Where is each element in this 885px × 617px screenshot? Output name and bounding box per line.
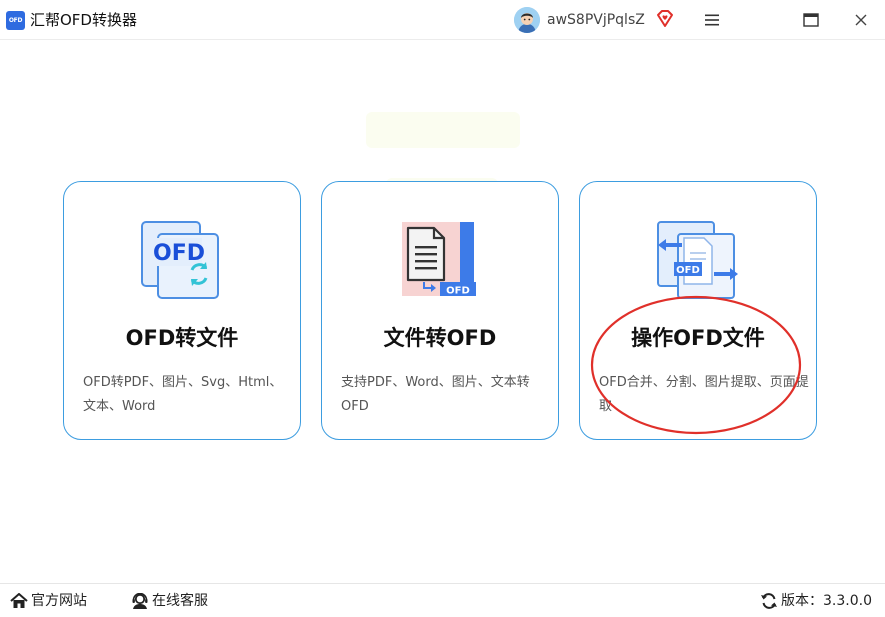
online-service-label: 在线客服 (152, 593, 208, 609)
version-info[interactable]: 版本：3.3.0.0 (760, 592, 872, 610)
card-description: OFD转PDF、图片、Svg、Html、文本、Word (83, 375, 283, 414)
title-bar: OFD 汇帮OFD转换器 awS8PVjPqlsZ (0, 0, 885, 40)
card-title: 文件转OFD (383, 326, 497, 350)
card-title: OFD转文件 (125, 326, 239, 350)
home-icon (10, 593, 28, 608)
avatar-icon (514, 7, 540, 33)
faint-banner (366, 112, 520, 148)
card-operate-ofd[interactable]: OFD 操作OFD文件 OFD合并、分割、图片提取、页面提取 (579, 181, 817, 440)
app-logo-icon: OFD (6, 11, 25, 30)
vip-diamond-icon[interactable] (655, 9, 675, 29)
hamburger-icon (705, 14, 719, 26)
app-title: 汇帮OFD转换器 (30, 11, 137, 29)
card-description: 支持PDF、Word、图片、文本转OFD (341, 375, 530, 414)
svg-text:OFD: OFD (446, 286, 470, 297)
ofd-convert-icon: OFD (140, 218, 224, 302)
official-site-link[interactable]: 官方网站 (10, 592, 87, 610)
username[interactable]: awS8PVjPqlsZ (547, 10, 645, 30)
refresh-icon (761, 593, 777, 609)
version-label: 版本：3.3.0.0 (781, 593, 872, 609)
ofd-operate-icon: OFD (656, 218, 740, 302)
file-to-ofd-icon: OFD (398, 218, 482, 302)
close-button[interactable] (847, 6, 875, 34)
card-description: OFD合并、分割、图片提取、页面提取 (599, 375, 809, 414)
card-ofd-to-file[interactable]: OFD OFD转文件 OFD转PDF、图片、Svg、Html、文本、Word (63, 181, 301, 440)
close-icon (855, 14, 867, 26)
maximize-button[interactable] (797, 6, 825, 34)
card-title: 操作OFD文件 (631, 326, 765, 350)
customer-service-icon (132, 593, 148, 609)
bottom-bar: 官方网站 在线客服 版本：3.3.0.0 (0, 583, 885, 617)
card-file-to-ofd[interactable]: OFD 文件转OFD 支持PDF、Word、图片、文本转OFD (321, 181, 559, 440)
svg-text:OFD: OFD (153, 241, 205, 266)
maximize-icon (803, 13, 819, 27)
menu-button[interactable] (698, 6, 726, 34)
user-avatar[interactable] (514, 7, 540, 33)
official-site-label: 官方网站 (31, 593, 87, 609)
svg-text:OFD: OFD (676, 265, 700, 276)
online-service-link[interactable]: 在线客服 (131, 592, 208, 610)
